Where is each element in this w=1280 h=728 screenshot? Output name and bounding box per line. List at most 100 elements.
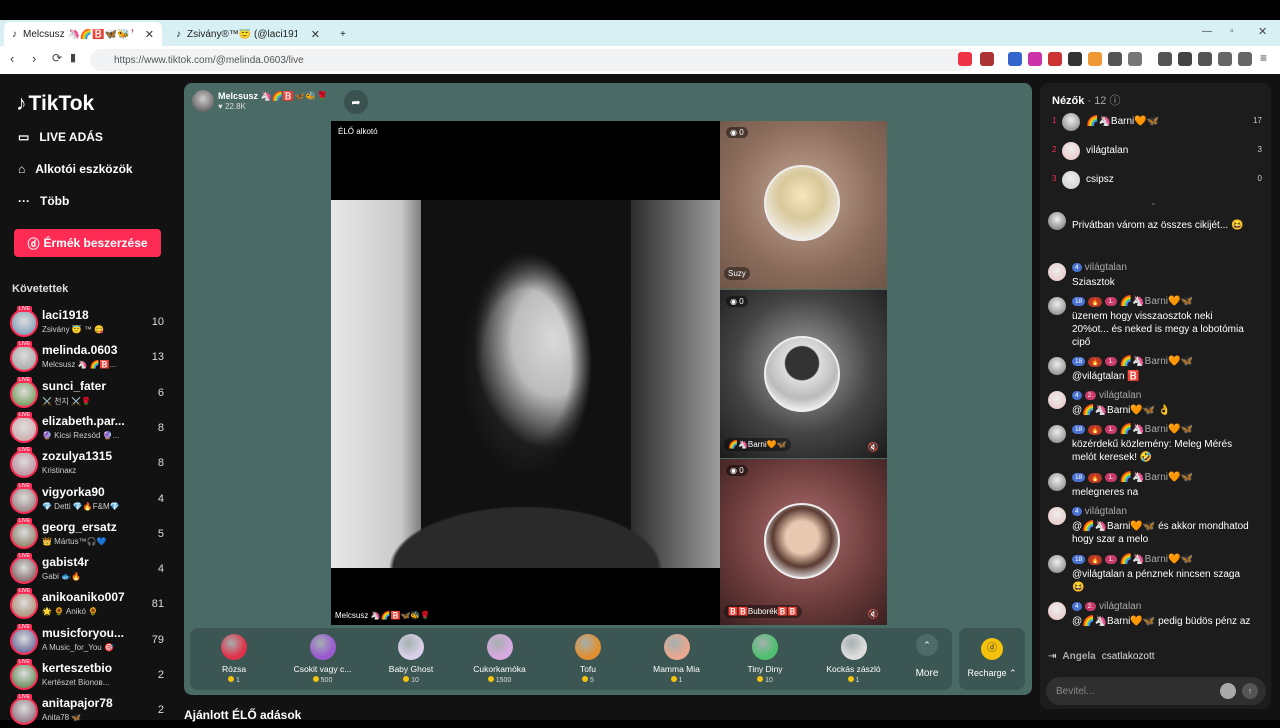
maximize-icon[interactable]: ▫ bbox=[1230, 26, 1234, 37]
following-item[interactable]: LIVE vigyorka90 💎 Detti 💎🔥F&M💎 4 bbox=[10, 482, 170, 517]
gift-item[interactable]: Kockás zászló 1 bbox=[810, 634, 898, 684]
extension-icon[interactable] bbox=[1028, 52, 1042, 66]
message-text: @🌈🦄Barni🧡🦋 pedig büdös pénz az bbox=[1072, 616, 1251, 627]
gift-item[interactable]: Rózsa 1 bbox=[190, 634, 278, 684]
following-item[interactable]: LIVE anikoaniko007 🌟 🌻 Anikó 🌻 81 bbox=[10, 588, 170, 622]
user-badge: 1. bbox=[1105, 357, 1117, 366]
gift-item[interactable]: Tiny Diny 10 bbox=[721, 634, 809, 684]
following-item[interactable]: LIVE zozulya1315 Kristinaкz 8 bbox=[10, 447, 170, 481]
wallet-icon[interactable] bbox=[1198, 52, 1212, 66]
coins-label: Érmék beszerzése bbox=[43, 236, 148, 250]
following-item[interactable]: LIVE elizabeth.par... 🔮 Kicsi Rezsód 🔮..… bbox=[10, 411, 170, 446]
send-icon[interactable]: ↑ bbox=[1242, 683, 1258, 699]
extension-icon[interactable] bbox=[1008, 52, 1022, 66]
recharge-button[interactable]: ⓓ Recharge ⌃ bbox=[959, 628, 1025, 690]
following-item[interactable]: LIVE melinda.0603 Melcsusz 🦄 🌈🅱️... 13 bbox=[10, 341, 170, 375]
user-badge: 🔥 bbox=[1088, 424, 1103, 435]
gifts-more-button[interactable]: ⌃ More bbox=[904, 634, 950, 679]
following-item[interactable]: LIVE kerteszetbio Kertészet Bionoв... 2 bbox=[10, 659, 170, 693]
new-tab-button[interactable]: + bbox=[332, 22, 352, 46]
sidebar-toggle-icon[interactable] bbox=[1178, 52, 1192, 66]
reload-icon[interactable]: ⟳ bbox=[52, 51, 62, 65]
close-tab-icon[interactable]: ✕ bbox=[311, 28, 320, 41]
chat-input[interactable]: Bevitel... ↑ bbox=[1046, 677, 1266, 705]
logo-text: TikTok bbox=[28, 92, 95, 115]
message-user[interactable]: 🌈🦄Barni🧡🦋 bbox=[1120, 554, 1193, 565]
emoji-icon[interactable] bbox=[1220, 683, 1236, 699]
gift-price: 500 bbox=[279, 676, 367, 684]
message-user[interactable]: világtalan bbox=[1085, 262, 1127, 273]
chevron-up-icon: ⌃ bbox=[916, 634, 938, 656]
nav-more[interactable]: ··· Több bbox=[18, 194, 69, 208]
extension-icon[interactable] bbox=[1088, 52, 1102, 66]
sidebar: ♪ TikTok ▭ LIVE ADÁS ⌂ Alkotói eszközök … bbox=[0, 74, 180, 726]
guest-panel[interactable]: ◉ 0 🅱️🅱️Buborék🅱️🅱️ 🔇 bbox=[720, 459, 887, 625]
viewer-row[interactable]: 3 csipsz 0 bbox=[1048, 169, 1264, 191]
browser-tab[interactable]: ♪ Zsivány®™😇 (@laci1918) ÉLŐ adás ✕ bbox=[168, 22, 328, 46]
main-video[interactable]: ÉLŐ alkotó Melcsusz 🦄🌈🅱️🦋🐝🌹 bbox=[331, 121, 720, 625]
close-window-icon[interactable]: ✕ bbox=[1258, 25, 1267, 38]
join-icon: ⇥ bbox=[1048, 651, 1057, 662]
chevron-down-icon[interactable]: ⌄ bbox=[1150, 198, 1157, 207]
gift-item[interactable]: Tofu 5 bbox=[544, 634, 632, 684]
following-viewer-count: 5 bbox=[157, 527, 164, 540]
nav-label: Alkotói eszközök bbox=[35, 162, 133, 176]
following-name: laci1918 bbox=[42, 308, 89, 322]
viewer-score: 17 bbox=[1253, 116, 1262, 125]
viewer-score: 0 bbox=[1257, 174, 1262, 183]
following-item[interactable]: LIVE laci1918 Zsivány 😇 ™ 😋 10 bbox=[10, 306, 170, 340]
host-info[interactable]: Melcsusz 🦄🌈🅱️🦋🐝🌹 ♥ 22.8K bbox=[192, 89, 328, 113]
extension-icon[interactable] bbox=[1068, 52, 1082, 66]
following-item[interactable]: LIVE musicforyou... A Music_for_You 🎯 79 bbox=[10, 623, 170, 658]
gift-icon bbox=[663, 634, 690, 660]
message-user[interactable]: 🌈🦄Barni🧡🦋 bbox=[1120, 356, 1193, 367]
menu-icon[interactable]: ≡ bbox=[1260, 51, 1267, 65]
message-user[interactable]: 🌈🦄Barni🧡🦋 bbox=[1120, 424, 1193, 435]
message-user[interactable]: világtalan bbox=[1099, 601, 1141, 612]
extension-icon[interactable] bbox=[1218, 52, 1232, 66]
brave-shield-icon[interactable] bbox=[958, 52, 972, 66]
host-avatar[interactable] bbox=[192, 90, 214, 112]
tiktok-page: ♪ TikTok ▭ LIVE ADÁS ⌂ Alkotói eszközök … bbox=[0, 74, 1280, 726]
following-item[interactable]: LIVE georg_ersatz 👑 Mártus™🎧💙 5 bbox=[10, 517, 170, 552]
bookmark-icon[interactable]: ▮ bbox=[70, 51, 76, 64]
gift-item[interactable]: Mamma Mia 1 bbox=[633, 634, 721, 684]
guest-panel[interactable]: ◉ 0 🌈🦄Barni🧡🦋 🔇 bbox=[720, 290, 887, 458]
guest-panel[interactable]: ◉ 0 Suzy bbox=[720, 121, 887, 289]
back-icon[interactable]: ‹ bbox=[10, 51, 14, 66]
message-user[interactable]: 🌈🦄Barni🧡🦋 bbox=[1120, 472, 1193, 483]
following-viewer-count: 13 bbox=[151, 351, 164, 364]
nav-live[interactable]: ▭ LIVE ADÁS bbox=[18, 130, 103, 144]
viewer-name: csipsz bbox=[1086, 174, 1114, 185]
browser-tab-active[interactable]: ♪ Melcsusz 🦄🌈🅱️🦋🐝🌹 (@ ✕ bbox=[4, 22, 162, 46]
following-item[interactable]: LIVE anitapajor78 Anita78 🦋 2 bbox=[10, 694, 170, 728]
following-item[interactable]: LIVE sunci_fater ⚔️ 천지 ⚔️🌹 6 bbox=[10, 376, 170, 411]
coin-icon bbox=[487, 676, 494, 682]
user-badge: 1. bbox=[1105, 297, 1117, 306]
message-user[interactable]: világtalan bbox=[1085, 506, 1127, 517]
minimize-icon[interactable]: — bbox=[1202, 26, 1212, 37]
gift-item[interactable]: Cukorkamóka 1500 bbox=[456, 634, 544, 684]
close-tab-icon[interactable]: ✕ bbox=[145, 28, 154, 41]
nav-creator-tools[interactable]: ⌂ Alkotói eszközök bbox=[18, 162, 133, 176]
viewer-row[interactable]: 2 világtalan 3 bbox=[1048, 140, 1264, 162]
info-icon[interactable]: ⓘ bbox=[1110, 95, 1121, 107]
get-coins-button[interactable]: ⓓ Érmék beszerzése bbox=[14, 229, 161, 257]
media-icon[interactable] bbox=[1158, 52, 1172, 66]
tiktok-logo[interactable]: ♪ TikTok bbox=[16, 92, 94, 116]
extensions-puzzle-icon[interactable] bbox=[1108, 52, 1122, 66]
extension-icon[interactable] bbox=[1128, 52, 1142, 66]
share-button[interactable]: ➦ bbox=[344, 90, 368, 114]
rewards-icon[interactable] bbox=[980, 52, 994, 66]
gift-item[interactable]: Csokit vagy c... 500 bbox=[279, 634, 367, 684]
vpn-icon[interactable] bbox=[1238, 52, 1252, 66]
following-item[interactable]: LIVE gabist4r Gabi 🐟🔥 4 bbox=[10, 553, 170, 587]
extension-icon[interactable] bbox=[1048, 52, 1062, 66]
forward-icon[interactable]: › bbox=[32, 51, 36, 66]
message-user[interactable]: világtalan bbox=[1099, 390, 1141, 401]
url-field[interactable]: https://www.tiktok.com/@melinda.0603/liv… bbox=[90, 49, 970, 71]
viewer-row[interactable]: 1 🌈🦄Barni🧡🦋 17 bbox=[1048, 111, 1264, 133]
gift-item[interactable]: Baby Ghost 10 bbox=[367, 634, 455, 684]
live-badge: LIVE bbox=[17, 447, 32, 454]
message-user[interactable]: 🌈🦄Barni🧡🦋 bbox=[1120, 296, 1193, 307]
